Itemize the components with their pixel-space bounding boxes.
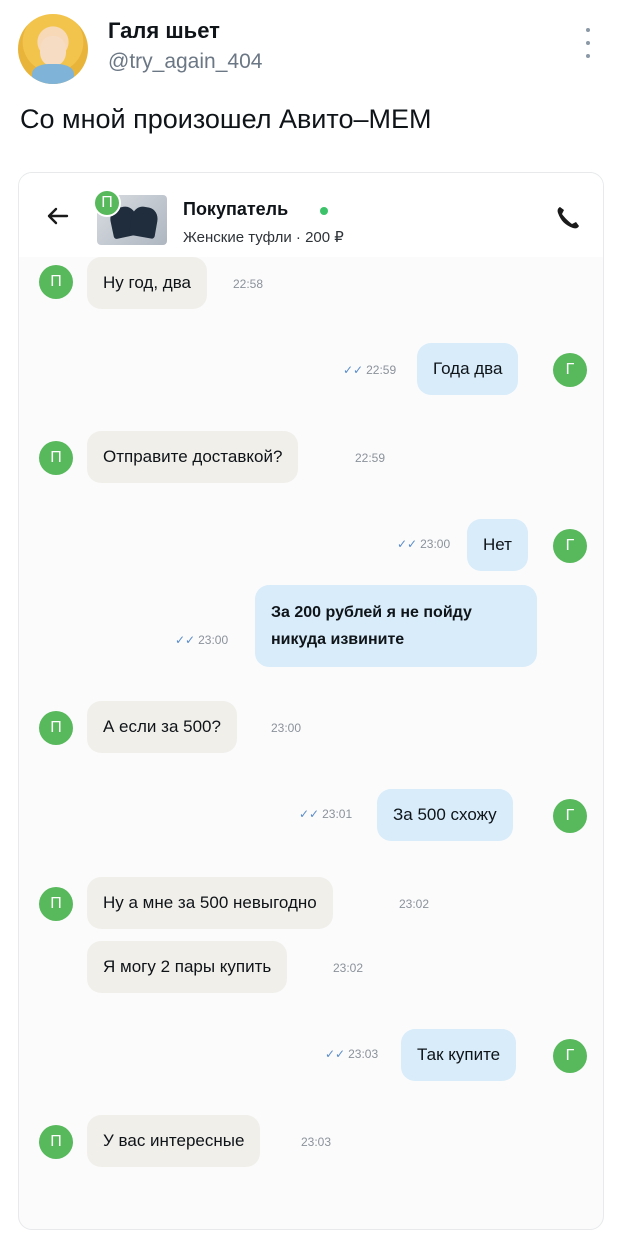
tweet-text: Со мной произошел Авито–МЕМ xyxy=(20,104,432,134)
seller-avatar: Г xyxy=(553,799,587,833)
avatar-dress xyxy=(32,64,74,84)
message-time: 23:02 xyxy=(333,961,364,975)
online-status-dot xyxy=(320,207,328,215)
buyer-avatar: П xyxy=(39,265,73,299)
buyer-avatar: П xyxy=(39,887,73,921)
message-time: 23:00 xyxy=(271,721,302,735)
seller-avatar: Г xyxy=(553,1039,587,1073)
message-bubble-outgoing: Так купите xyxy=(401,1029,517,1081)
buyer-avatar: П xyxy=(39,711,73,745)
avatar-face xyxy=(40,36,66,66)
double-check-icon: ✓✓ xyxy=(397,537,418,551)
double-check-icon: ✓✓ xyxy=(325,1047,346,1061)
message-bubble-outgoing: Года два xyxy=(417,343,519,395)
message-bubble-outgoing: За 200 рублей я не пойду никуда извините xyxy=(255,585,537,667)
double-check-icon: ✓✓ xyxy=(175,633,196,647)
author-handle[interactable]: @try_again_404 xyxy=(108,50,262,74)
message-time: 23:03 xyxy=(301,1135,332,1149)
message-bubble-incoming: Я могу 2 пары купить xyxy=(87,941,288,993)
message-bubble-outgoing: Нет xyxy=(467,519,528,571)
item-title-price[interactable]: Женские туфли · 200 ₽ xyxy=(183,228,344,246)
message-bubble-incoming: Ну год, два xyxy=(87,257,207,309)
shoe-shape xyxy=(128,204,160,240)
seller-avatar: Г xyxy=(553,353,587,387)
phone-icon[interactable] xyxy=(553,203,583,233)
back-arrow-icon[interactable] xyxy=(43,201,73,231)
message-time: 22:59 xyxy=(355,451,386,465)
double-check-icon: ✓✓ xyxy=(299,807,320,821)
seller-avatar: Г xyxy=(553,529,587,563)
message-time: 23:02 xyxy=(399,897,430,911)
contact-name[interactable]: Покупатель xyxy=(183,199,288,220)
message-time: ✓✓ 23:00 xyxy=(397,537,451,551)
message-time: ✓✓ 23:03 xyxy=(325,1047,379,1061)
message-bubble-incoming: Ну а мне за 500 невыгодно xyxy=(87,877,333,929)
double-check-icon: ✓✓ xyxy=(343,363,364,377)
buyer-avatar: П xyxy=(39,1125,73,1159)
contact-avatar: П xyxy=(93,189,121,217)
chat-header: П Покупатель Женские туфли · 200 ₽ xyxy=(19,173,603,257)
message-bubble-incoming: А если за 500? xyxy=(87,701,237,753)
message-bubble-incoming: Отправите доставкой? xyxy=(87,431,299,483)
message-bubble-incoming: У вас интересные xyxy=(87,1115,261,1167)
message-time: ✓✓ 23:01 xyxy=(299,807,353,821)
message-time: 22:58 xyxy=(233,277,264,291)
chat-screenshot[interactable]: П Покупатель Женские туфли · 200 ₽ П Ну … xyxy=(18,172,604,1230)
author-name[interactable]: Галя шьет xyxy=(108,18,220,44)
author-avatar[interactable] xyxy=(18,14,88,84)
buyer-avatar: П xyxy=(39,441,73,475)
message-bubble-outgoing: За 500 схожу xyxy=(377,789,513,841)
message-time: ✓✓ 22:59 xyxy=(343,363,397,377)
more-options-icon[interactable] xyxy=(578,28,598,58)
message-time: ✓✓ 23:00 xyxy=(175,633,229,647)
